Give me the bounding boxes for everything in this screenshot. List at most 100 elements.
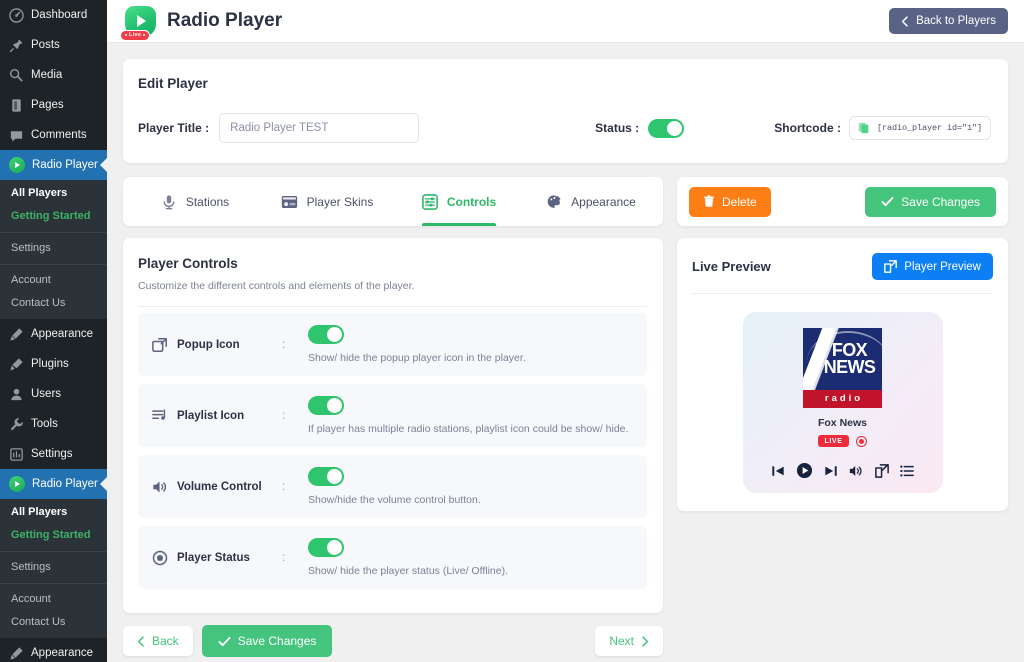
next-button[interactable]: Next [595, 626, 663, 656]
sidebar-item-all-players[interactable]: All Players [0, 182, 107, 205]
sidebar-item-settings-2[interactable]: Settings [0, 556, 107, 579]
radio-player-logo-icon: Live [120, 5, 156, 41]
control-row-popup-icon: Popup Icon : Show/ hide the popup player… [138, 313, 647, 376]
live-preview-heading: Live Preview [692, 259, 771, 274]
control-value-group: Show/ hide the player status (Live/ Offl… [308, 538, 633, 577]
sidebar-item-comments[interactable]: Comments [0, 120, 107, 150]
external-link-icon [884, 260, 898, 273]
palette-icon [546, 194, 562, 210]
player-status-row: LIVE [753, 435, 933, 447]
playlist-icon[interactable] [900, 464, 914, 478]
sidebar-label: Users [31, 388, 62, 400]
status-group: Status : [595, 118, 685, 138]
tab-stations[interactable]: Stations [129, 177, 261, 226]
control-row-volume-control: Volume Control : Show/hide the volume co… [138, 455, 647, 518]
play-icon[interactable] [796, 462, 813, 479]
chevron-left-icon [901, 15, 909, 27]
actions-card: Delete Save Changes [677, 177, 1008, 226]
sidebar-item-settings[interactable]: Settings [0, 237, 107, 260]
brush-icon [9, 646, 24, 661]
control-description: Show/ hide the popup player icon in the … [308, 352, 526, 364]
sidebar-item-tools[interactable]: Tools [0, 409, 107, 439]
tab-controls[interactable]: Controls [393, 177, 525, 226]
delete-label: Delete [722, 194, 757, 209]
sidebar-item-users[interactable]: Users [0, 379, 107, 409]
tab-player-skins[interactable]: Player Skins [261, 177, 393, 226]
tab-label: Appearance [571, 194, 636, 209]
sidebar-block-tail: Appearance Plugins Users Tools Settings [0, 319, 107, 469]
player-control-bar [753, 462, 933, 479]
save-changes-button-top[interactable]: Save Changes [865, 186, 996, 217]
playlist-icon-toggle[interactable] [308, 396, 344, 415]
copy-icon[interactable] [858, 122, 870, 134]
control-label-group: Popup Icon [152, 337, 282, 353]
sidebar-item-account[interactable]: Account [0, 269, 107, 292]
sidebar-item-account-2[interactable]: Account [0, 588, 107, 611]
player-title-input[interactable] [219, 113, 420, 143]
logo-live-text: Live [129, 32, 142, 38]
delete-button[interactable]: Delete [689, 186, 771, 217]
control-value-group: Show/ hide the popup player icon in the … [308, 325, 633, 364]
sidebar-label: Dashboard [31, 9, 88, 21]
player-title-label: Player Title : [138, 121, 210, 135]
status-toggle[interactable] [648, 118, 685, 138]
sidebar-item-media[interactable]: Media [0, 60, 107, 90]
sidebar-item-appearance[interactable]: Appearance [0, 319, 107, 349]
sidebar-item-all-players-2[interactable]: All Players [0, 501, 107, 524]
sidebar-label: Appearance [31, 328, 94, 340]
sidebar-item-contact-us-2[interactable]: Contact Us [0, 611, 107, 634]
player-preview-label: Player Preview [904, 260, 981, 273]
sidebar-item-getting-started[interactable]: Getting Started [0, 205, 107, 228]
popup-icon[interactable] [875, 463, 889, 478]
volume-icon[interactable] [849, 464, 864, 478]
previous-track-icon[interactable] [771, 464, 785, 478]
sidebar-label: Settings [31, 448, 73, 460]
sidebar-item-dashboard[interactable]: Dashboard [0, 0, 107, 30]
divider [692, 293, 993, 294]
back-to-players-label: Back to Players [916, 15, 996, 27]
next-track-icon[interactable] [824, 464, 838, 478]
popup-icon-toggle[interactable] [308, 325, 344, 344]
wp-admin-sidebar: Dashboard Posts Media Pages Comments Rad… [0, 0, 107, 662]
microphone-icon [161, 194, 177, 210]
logo-line-2: NEWS [823, 357, 876, 377]
volume-control-toggle[interactable] [308, 467, 344, 486]
save-changes-button-bottom[interactable]: Save Changes [201, 625, 333, 657]
sidebar-item-contact-us[interactable]: Contact Us [0, 292, 107, 315]
sidebar-item-posts[interactable]: Posts [0, 30, 107, 60]
sidebar-item-radio-player[interactable]: Radio Player [0, 150, 107, 180]
users-icon [9, 387, 24, 402]
player-preview-widget: FOX NEWS radio Fox News LIVE [742, 312, 943, 493]
player-status-toggle[interactable] [308, 538, 344, 557]
settings-icon [9, 447, 24, 462]
sidebar-label: Comments [31, 129, 87, 141]
tab-label: Player Skins [306, 194, 374, 209]
control-colon: : [282, 409, 286, 422]
back-button[interactable]: Back [123, 626, 193, 656]
right-column: Live Preview Player Preview FOX NEWS rad… [677, 238, 1008, 511]
chevron-right-icon [641, 635, 649, 647]
live-badge: LIVE [817, 435, 850, 447]
sidebar-item-getting-started-2[interactable]: Getting Started [0, 524, 107, 547]
sidebar-item-radio-player-2[interactable]: Radio Player [0, 469, 107, 499]
sidebar-item-appearance-2[interactable]: Appearance [0, 638, 107, 662]
sidebar-item-plugins[interactable]: Plugins [0, 349, 107, 379]
sidebar-item-pages[interactable]: Pages [0, 90, 107, 120]
columns: Player Controls Customize the different … [123, 238, 1008, 657]
player-preview-button[interactable]: Player Preview [872, 253, 993, 280]
sidebar-item-settings-main[interactable]: Settings [0, 439, 107, 469]
control-name: Popup Icon [177, 338, 240, 351]
back-to-players-button[interactable]: Back to Players [889, 8, 1008, 34]
tab-appearance[interactable]: Appearance [525, 177, 657, 226]
control-name: Playlist Icon [177, 409, 245, 422]
player-controls-heading: Player Controls [138, 256, 238, 271]
brand: Live Radio Player [120, 5, 282, 41]
player-controls-subtitle: Customize the different controls and ele… [138, 280, 415, 292]
submenu-divider [0, 232, 107, 233]
media-icon [9, 68, 24, 83]
logo-live-badge: Live [120, 29, 151, 41]
trash-icon [703, 195, 715, 208]
control-value-group: Show/hide the volume control button. [308, 467, 633, 506]
shortcode-field[interactable]: [radio_player id="1"] [848, 116, 991, 140]
radio-player-logo-icon [9, 157, 25, 173]
